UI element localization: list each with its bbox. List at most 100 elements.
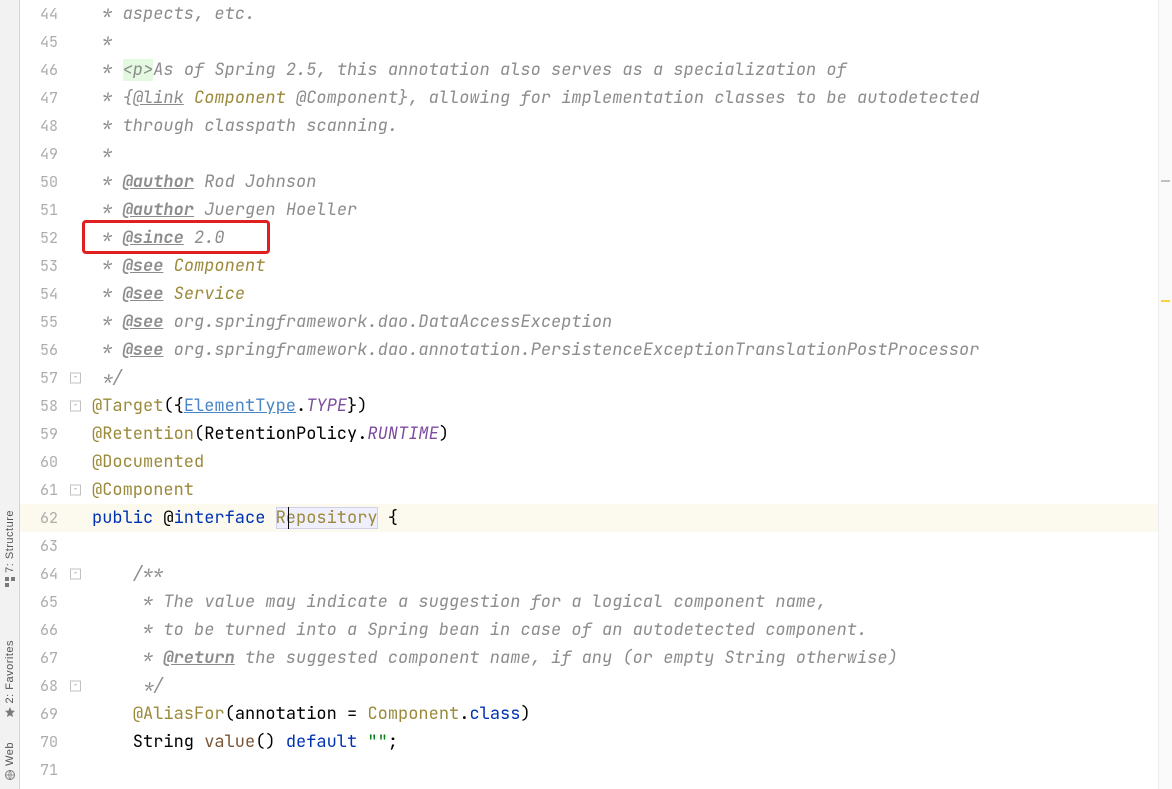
code-line[interactable]: 51 * @author Juergen Hoeller xyxy=(20,196,1158,224)
code-line[interactable]: 66 * to be turned into a Spring bean in … xyxy=(20,616,1158,644)
code-text[interactable]: @Component xyxy=(88,476,1158,504)
code-text[interactable]: /** xyxy=(88,560,1158,588)
scroll-marker[interactable] xyxy=(1161,180,1170,182)
code-line[interactable]: 65 * The value may indicate a suggestion… xyxy=(20,588,1158,616)
line-number[interactable]: 47 xyxy=(20,84,68,112)
code-line[interactable]: 49 * xyxy=(20,140,1158,168)
code-line[interactable]: 53 * @see Component xyxy=(20,252,1158,280)
line-number[interactable]: 57 xyxy=(20,364,68,392)
code-text[interactable]: @Retention(RetentionPolicy.RUNTIME) xyxy=(88,420,1158,448)
code-line[interactable]: 50 * @author Rod Johnson xyxy=(20,168,1158,196)
code-text[interactable]: * @see Service xyxy=(88,280,1158,308)
line-number[interactable]: 67 xyxy=(20,644,68,672)
code-line[interactable]: 44 * aspects, etc. xyxy=(20,0,1158,28)
code-line[interactable]: 67 * @return the suggested component nam… xyxy=(20,644,1158,672)
code-text[interactable]: String value() default ""; xyxy=(88,728,1158,756)
line-number[interactable]: 54 xyxy=(20,280,68,308)
code-line[interactable]: 55 * @see org.springframework.dao.DataAc… xyxy=(20,308,1158,336)
code-line[interactable]: 56 * @see org.springframework.dao.annota… xyxy=(20,336,1158,364)
fold-toggle-icon[interactable]: − xyxy=(70,485,81,496)
code-text[interactable]: * @see org.springframework.dao.annotatio… xyxy=(88,336,1158,364)
line-number[interactable]: 48 xyxy=(20,112,68,140)
line-number[interactable]: 44 xyxy=(20,0,68,28)
code-text[interactable]: * @see Component xyxy=(88,252,1158,280)
code-text[interactable]: * @see org.springframework.dao.DataAcces… xyxy=(88,308,1158,336)
line-number[interactable]: 55 xyxy=(20,308,68,336)
code-line[interactable]: 45 * xyxy=(20,28,1158,56)
fold-toggle-icon[interactable]: − xyxy=(70,569,81,580)
globe-icon xyxy=(3,768,17,782)
code-line[interactable]: 46 * <p>As of Spring 2.5, this annotatio… xyxy=(20,56,1158,84)
code-text[interactable]: * @return the suggested component name, … xyxy=(88,644,1158,672)
star-icon xyxy=(3,705,17,719)
line-number[interactable]: 62 xyxy=(20,504,68,532)
tool-tab-label: Web xyxy=(4,742,16,766)
line-number[interactable]: 45 xyxy=(20,28,68,56)
code-line[interactable]: 61−@Component xyxy=(20,476,1158,504)
code-text[interactable]: * {@link Component @Component}, allowing… xyxy=(88,84,1158,112)
line-number[interactable]: 64 xyxy=(20,560,68,588)
line-number[interactable]: 71 xyxy=(20,756,68,784)
code-line[interactable]: 47 * {@link Component @Component}, allow… xyxy=(20,84,1158,112)
tool-tab-web[interactable]: Web xyxy=(0,742,20,782)
line-number[interactable]: 65 xyxy=(20,588,68,616)
line-number[interactable]: 58 xyxy=(20,392,68,420)
line-number[interactable]: 66 xyxy=(20,616,68,644)
code-line[interactable]: 60 @Documented xyxy=(20,448,1158,476)
code-line[interactable]: 48 * through classpath scanning. xyxy=(20,112,1158,140)
code-text[interactable]: * @since 2.0 xyxy=(88,224,1158,252)
tool-tab-structure[interactable]: 7: Structure xyxy=(0,510,20,589)
fold-toggle-icon[interactable]: − xyxy=(70,373,81,384)
code-line[interactable]: 59 @Retention(RetentionPolicy.RUNTIME) xyxy=(20,420,1158,448)
line-number[interactable]: 63 xyxy=(20,532,68,560)
line-number[interactable]: 50 xyxy=(20,168,68,196)
line-number[interactable]: 61 xyxy=(20,476,68,504)
line-number[interactable]: 53 xyxy=(20,252,68,280)
code-text[interactable]: */ xyxy=(88,672,1158,700)
code-line[interactable]: 71 xyxy=(20,756,1158,784)
code-text[interactable]: * @author Rod Johnson xyxy=(88,168,1158,196)
vertical-scrollbar[interactable] xyxy=(1158,0,1172,789)
code-text[interactable]: @AliasFor(annotation = Component.class) xyxy=(88,700,1158,728)
code-line[interactable]: 64− /** xyxy=(20,560,1158,588)
line-number[interactable]: 70 xyxy=(20,728,68,756)
line-number[interactable]: 60 xyxy=(20,448,68,476)
code-text[interactable]: * to be turned into a Spring bean in cas… xyxy=(88,616,1158,644)
code-line[interactable]: 54 * @see Service xyxy=(20,280,1158,308)
line-number[interactable]: 68 xyxy=(20,672,68,700)
structure-icon xyxy=(3,575,17,589)
code-line[interactable]: 69 @AliasFor(annotation = Component.clas… xyxy=(20,700,1158,728)
line-number[interactable]: 51 xyxy=(20,196,68,224)
code-text[interactable]: * xyxy=(88,28,1158,56)
code-line[interactable]: 70 String value() default ""; xyxy=(20,728,1158,756)
code-line[interactable]: 52 * @since 2.0 xyxy=(20,224,1158,252)
scroll-marker[interactable] xyxy=(1161,300,1170,302)
code-text[interactable]: */ xyxy=(88,364,1158,392)
line-number[interactable]: 49 xyxy=(20,140,68,168)
code-text[interactable]: * The value may indicate a suggestion fo… xyxy=(88,588,1158,616)
tool-tab-favorites[interactable]: 2: Favorites xyxy=(0,640,20,719)
code-text[interactable]: * aspects, etc. xyxy=(88,0,1158,28)
code-text[interactable]: * <p>As of Spring 2.5, this annotation a… xyxy=(88,56,1158,84)
tool-tab-label: 7: Structure xyxy=(4,510,16,573)
code-line[interactable]: 62 public @interface Repository { xyxy=(20,504,1158,532)
code-text[interactable]: * xyxy=(88,140,1158,168)
code-text[interactable]: @Target({ElementType.TYPE}) xyxy=(88,392,1158,420)
line-number[interactable]: 56 xyxy=(20,336,68,364)
code-line[interactable]: 68− */ xyxy=(20,672,1158,700)
code-text[interactable]: @Documented xyxy=(88,448,1158,476)
fold-toggle-icon[interactable]: − xyxy=(70,401,81,412)
left-tool-strip: 7: Structure 2: Favorites Web xyxy=(0,0,20,789)
code-line[interactable]: 57− */ xyxy=(20,364,1158,392)
fold-toggle-icon[interactable]: − xyxy=(70,681,81,692)
line-number[interactable]: 69 xyxy=(20,700,68,728)
line-number[interactable]: 59 xyxy=(20,420,68,448)
code-text[interactable]: * @author Juergen Hoeller xyxy=(88,196,1158,224)
code-text[interactable]: * through classpath scanning. xyxy=(88,112,1158,140)
code-text[interactable]: public @interface Repository { xyxy=(88,504,1158,532)
line-number[interactable]: 46 xyxy=(20,56,68,84)
code-line[interactable]: 63 xyxy=(20,532,1158,560)
code-editor[interactable]: 44 * aspects, etc.45 *46 * <p>As of Spri… xyxy=(20,0,1158,789)
code-line[interactable]: 58−@Target({ElementType.TYPE}) xyxy=(20,392,1158,420)
line-number[interactable]: 52 xyxy=(20,224,68,252)
